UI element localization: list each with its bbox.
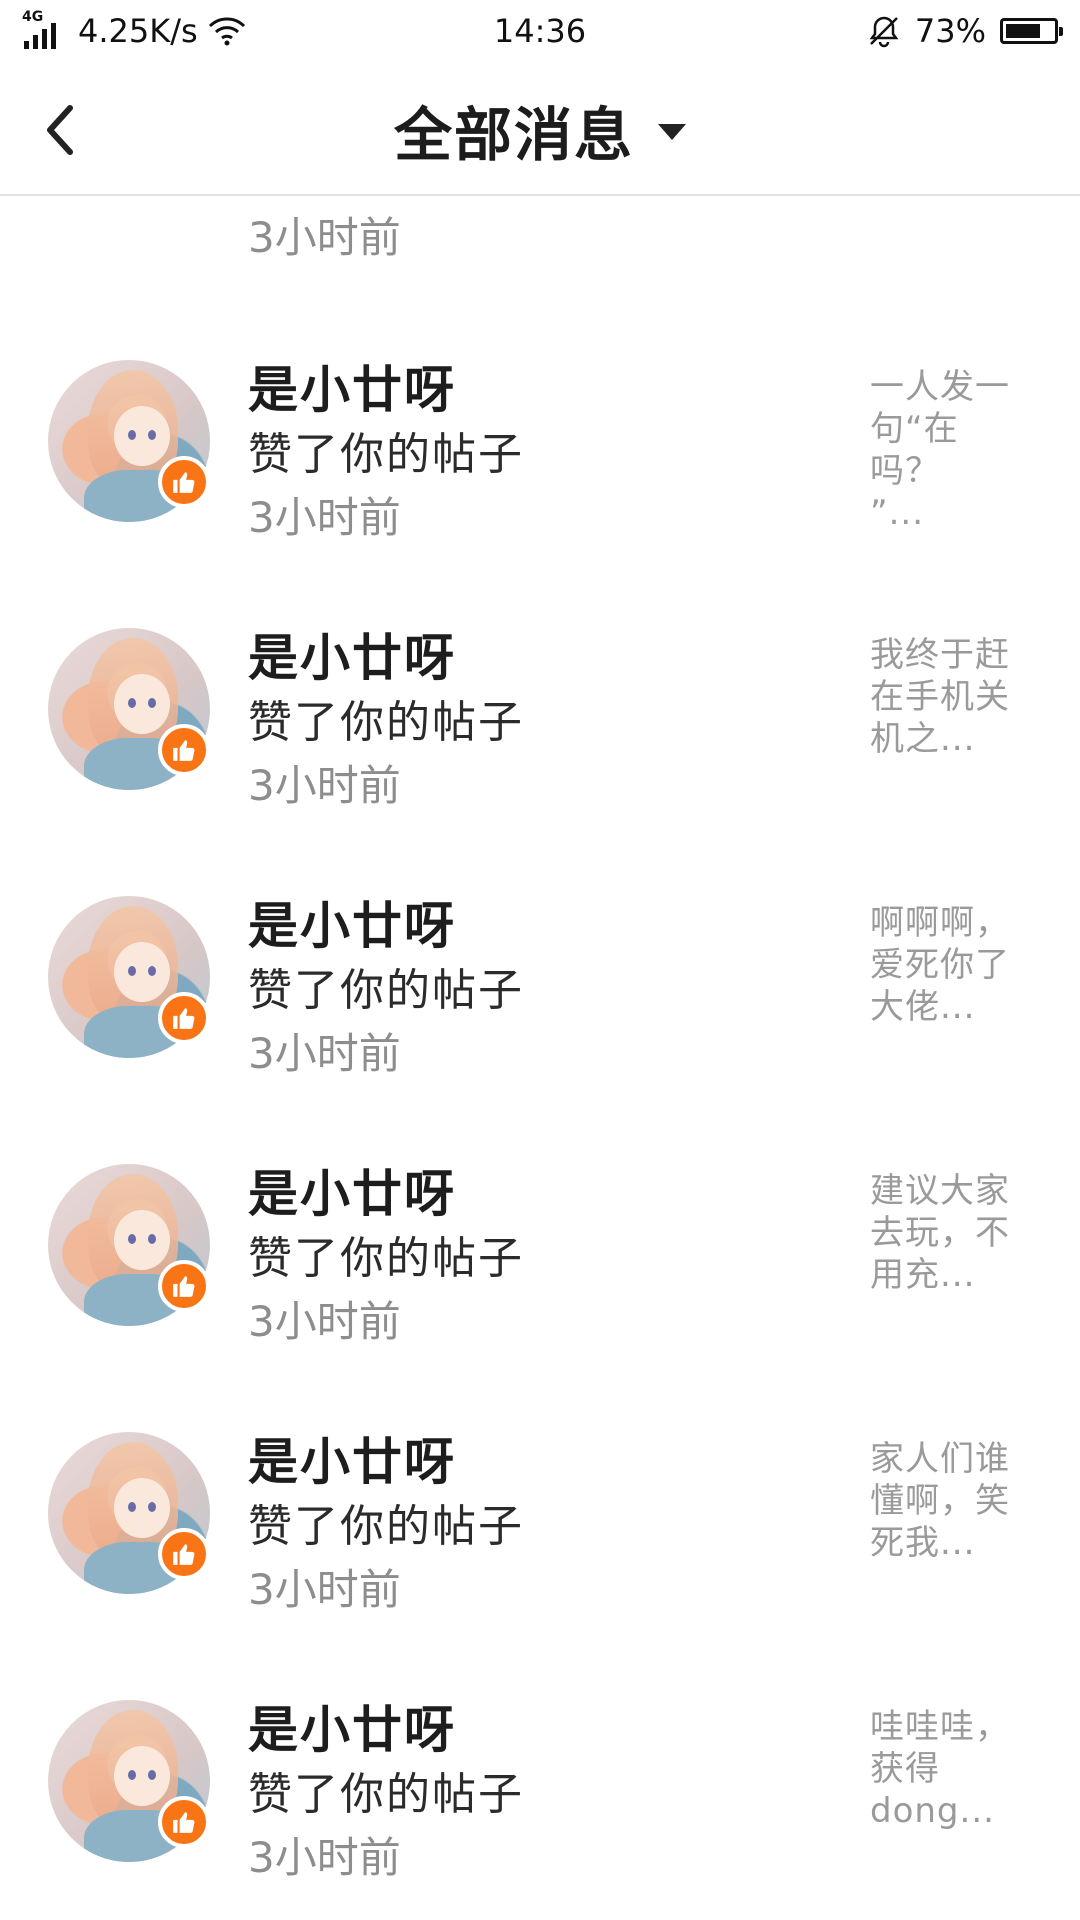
preview-line: 用充... (870, 1255, 976, 1295)
preview-line: dong... (870, 1791, 995, 1831)
like-badge-icon (158, 1260, 210, 1312)
caret-down-icon (658, 124, 686, 140)
message-list[interactable]: 3小时前 是小廿呀 赞了你的帖子 3小时前 一人发一 句“在吗？ ”... 是小… (0, 0, 1080, 1920)
message-item[interactable]: 是小廿呀 赞了你的帖子 3小时前 啊啊啊， 爱死你了 大佬... (0, 864, 1080, 1132)
preview-line: 爱死你了 (870, 945, 1010, 985)
status-bar: 4G 4.25K/s 14:36 73% (0, 0, 1080, 62)
preview-line: 啊啊啊， (870, 903, 1010, 943)
preview-line: ”... (870, 493, 925, 533)
message-time: 3小时前 (248, 1297, 401, 1346)
message-time: 3小时前 (248, 1029, 401, 1078)
message-time: 3小时前 (248, 1833, 401, 1882)
screen: 3小时前 是小廿呀 赞了你的帖子 3小时前 一人发一 句“在吗？ ”... 是小… (0, 0, 1080, 1920)
message-item[interactable]: 是小廿呀 赞了你的帖子 3小时前 哇哇哇， 获得 dong... (0, 1668, 1080, 1920)
message-action: 赞了你的帖子 (248, 1501, 524, 1552)
sender-name[interactable]: 是小廿呀 (248, 1690, 456, 1762)
post-preview[interactable]: 建议大家 去玩，不 用充... (870, 1170, 1020, 1296)
message-action: 赞了你的帖子 (248, 1233, 524, 1284)
like-badge-icon (158, 456, 210, 508)
sender-name[interactable]: 是小廿呀 (248, 350, 456, 422)
message-action: 赞了你的帖子 (248, 697, 524, 748)
sender-name[interactable]: 是小廿呀 (248, 618, 456, 690)
sender-name[interactable]: 是小廿呀 (248, 1154, 456, 1226)
message-time: 3小时前 (248, 761, 401, 810)
network-speed: 4.25K/s (78, 12, 198, 50)
message-item[interactable]: 是小廿呀 赞了你的帖子 3小时前 我终于赶 在手机关 机之... (0, 596, 1080, 864)
battery-percent: 73% (914, 12, 986, 50)
sender-name[interactable]: 是小廿呀 (248, 886, 456, 958)
preview-line: 建议大家 (870, 1171, 1010, 1211)
page-title: 全部消息 (393, 101, 634, 169)
preview-line: 一人发一 (870, 367, 1010, 407)
message-time: 3小时前 (248, 1565, 401, 1614)
bell-muted-icon (869, 16, 899, 48)
preview-line: 死我... (870, 1523, 976, 1563)
like-badge-icon (158, 1528, 210, 1580)
cellular-signal-icon: 4G (22, 9, 68, 49)
like-badge-icon (158, 1796, 210, 1848)
preview-line: 获得 (870, 1749, 940, 1789)
sender-name[interactable]: 是小廿呀 (248, 1422, 456, 1494)
post-preview[interactable]: 我终于赶 在手机关 机之... (870, 634, 1020, 760)
wifi-icon (208, 17, 245, 46)
message-time: 3小时前 (248, 493, 401, 542)
preview-line: 句“在吗？ (870, 409, 959, 491)
preview-line: 哇哇哇， (870, 1707, 1010, 1747)
preview-line: 我终于赶 (870, 635, 1010, 675)
message-action: 赞了你的帖子 (248, 1769, 524, 1820)
like-badge-icon (158, 992, 210, 1044)
message-time: 3小时前 (248, 213, 401, 262)
post-preview[interactable]: 哇哇哇， 获得 dong... (870, 1706, 1020, 1832)
nav-header: 全部消息 (0, 62, 1080, 196)
post-preview[interactable]: 啊啊啊， 爱死你了 大佬... (870, 902, 1020, 1028)
post-preview[interactable]: 家人们谁 懂啊，笑 死我... (870, 1438, 1020, 1564)
post-preview[interactable]: 一人发一 句“在吗？ ”... (870, 366, 1020, 534)
battery-icon (1000, 18, 1063, 44)
preview-line: 在手机关 (870, 677, 1010, 717)
message-item[interactable]: 是小廿呀 赞了你的帖子 3小时前 建议大家 去玩，不 用充... (0, 1132, 1080, 1400)
preview-line: 家人们谁 (870, 1439, 1010, 1479)
like-badge-icon (158, 724, 210, 776)
message-item[interactable]: 是小廿呀 赞了你的帖子 3小时前 一人发一 句“在吗？ ”... (0, 328, 1080, 596)
preview-line: 懂啊，笑 (870, 1481, 1010, 1521)
message-item[interactable]: 是小廿呀 赞了你的帖子 3小时前 家人们谁 懂啊，笑 死我... (0, 1400, 1080, 1668)
message-filter-dropdown[interactable]: 全部消息 (0, 90, 1080, 170)
preview-line: 大佬... (870, 987, 976, 1027)
preview-line: 机之... (870, 719, 976, 759)
preview-line: 去玩，不 (870, 1213, 1010, 1253)
message-action: 赞了你的帖子 (248, 429, 524, 480)
message-action: 赞了你的帖子 (248, 965, 524, 1016)
